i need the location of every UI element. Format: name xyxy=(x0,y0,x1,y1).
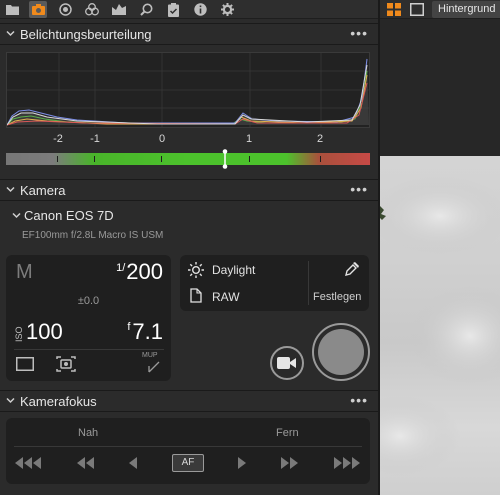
exposure-menu-button[interactable]: ••• xyxy=(350,25,368,41)
video-camera-icon xyxy=(277,357,296,369)
exposure-level-bar xyxy=(6,153,370,165)
focus-far-large-icon[interactable] xyxy=(334,454,362,472)
set-white-balance-button[interactable]: Festlegen xyxy=(313,291,361,303)
gear-icon[interactable] xyxy=(218,1,236,18)
shooting-mode[interactable]: M xyxy=(16,261,33,284)
shutter-speed-value: 200 xyxy=(126,259,163,284)
left-panel: Belichtungsbeurteilung ••• -2 -1 0 1 2 K… xyxy=(0,0,378,495)
focus-near-large-icon[interactable] xyxy=(14,454,42,472)
chevron-down-icon[interactable] xyxy=(6,185,15,194)
focus-section-title: Kamerafokus xyxy=(20,394,97,409)
camera-model-selector[interactable]: Canon EOS 7D xyxy=(12,208,114,223)
single-view-icon[interactable] xyxy=(410,3,424,16)
mirror-lockup-label: MUP xyxy=(142,352,158,359)
aperture-value: 7.1 xyxy=(132,319,163,344)
file-icon xyxy=(190,288,202,303)
iso-value[interactable]: 100 xyxy=(26,319,63,345)
video-record-button[interactable] xyxy=(270,346,304,380)
clipboard-icon[interactable] xyxy=(164,1,182,18)
camera-focus-panel: Nah Fern AF xyxy=(6,418,370,484)
white-balance-panel: Daylight RAW Festlegen xyxy=(180,255,369,311)
chevron-down-icon[interactable] xyxy=(6,29,15,38)
focus-far-small-icon[interactable] xyxy=(238,454,247,472)
mirror-lockup-icon[interactable] xyxy=(148,361,160,373)
info-icon[interactable] xyxy=(191,1,209,18)
af-button[interactable]: AF xyxy=(172,454,204,472)
ev-label-1: 1 xyxy=(245,133,253,145)
folder-icon[interactable] xyxy=(3,1,21,18)
image-quality-value[interactable]: RAW xyxy=(212,290,240,304)
exposure-section-header[interactable]: Belichtungsbeurteilung ••• xyxy=(0,23,378,45)
viewer-toolbar: Hintergrund xyxy=(380,0,500,19)
camera-model-name: Canon EOS 7D xyxy=(24,208,114,223)
focus-section-header[interactable]: Kamerafokus ••• xyxy=(0,390,378,412)
shutter-fraction-prefix: 1/ xyxy=(116,262,126,274)
focus-near-small-icon[interactable] xyxy=(128,454,137,472)
shutter-speed[interactable]: 1/200 xyxy=(116,259,163,285)
ev-label-0: 0 xyxy=(158,133,166,145)
focus-near-medium-icon[interactable] xyxy=(76,454,94,472)
camera-section-header[interactable]: Kamera ••• xyxy=(0,179,378,201)
eyedropper-icon[interactable] xyxy=(344,261,360,277)
camera-menu-button[interactable]: ••• xyxy=(350,181,368,197)
lens-name: EF100mm f/2.8L Macro IS USM xyxy=(22,230,164,241)
camera-icon[interactable] xyxy=(29,1,47,18)
focus-far-label: Fern xyxy=(276,427,299,439)
viewer-empty-area xyxy=(380,19,500,156)
top-toolbar xyxy=(0,0,378,19)
focus-menu-button[interactable]: ••• xyxy=(350,392,368,408)
iso-label: ISO xyxy=(14,326,24,342)
search-icon[interactable] xyxy=(137,1,155,18)
exposure-compensation[interactable]: ±0.0 xyxy=(6,295,171,307)
ev-label-minus1: -1 xyxy=(90,133,100,145)
ev-label-minus2: -2 xyxy=(53,133,63,145)
metering-mode-icon[interactable] xyxy=(16,357,34,371)
drive-mode-icon[interactable] xyxy=(56,356,76,372)
exposure-section-title: Belichtungsbeurteilung xyxy=(20,27,152,42)
camera-section-title: Kamera xyxy=(20,183,66,198)
aperture[interactable]: f7.1 xyxy=(127,319,163,345)
grid-view-icon[interactable] xyxy=(387,3,401,16)
live-view-image[interactable] xyxy=(380,156,500,495)
chevron-down-icon xyxy=(12,212,21,219)
chevron-down-icon[interactable] xyxy=(6,396,15,405)
focus-near-label: Nah xyxy=(78,427,99,439)
focus-far-medium-icon[interactable] xyxy=(281,454,299,472)
background-tab[interactable]: Hintergrund xyxy=(432,1,500,18)
daylight-icon xyxy=(188,262,204,278)
white-balance-value[interactable]: Daylight xyxy=(212,263,255,277)
lens-icon[interactable] xyxy=(56,1,74,18)
histogram xyxy=(6,52,370,128)
aperture-prefix: f xyxy=(127,321,131,333)
exposure-level-marker xyxy=(222,149,228,169)
shutter-release-button[interactable] xyxy=(312,323,370,381)
exposure-settings-panel: M 1/200 ±0.0 ISO 100 f7.1 MUP xyxy=(6,255,171,381)
picture-style-icon[interactable] xyxy=(110,1,128,18)
ev-label-2: 2 xyxy=(316,133,324,145)
color-circles-icon[interactable] xyxy=(83,1,101,18)
